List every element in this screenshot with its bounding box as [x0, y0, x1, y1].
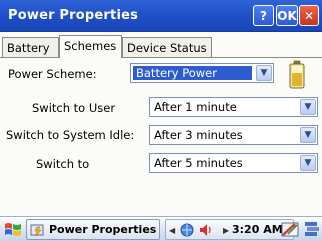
ok-button[interactable]: OK [276, 5, 298, 26]
switch-to-label: Switch to [36, 157, 90, 171]
title-bar: Power Properties ? OK ✕ [0, 0, 322, 32]
tab-battery[interactable]: Battery [2, 37, 59, 57]
power-properties-window: Power Properties ? OK ✕ Battery Schemes … [0, 0, 322, 216]
power-properties-app-icon [30, 224, 44, 237]
power-scheme-label: Power Scheme: [8, 67, 97, 81]
switch-to-idle-value: After 3 minutes [154, 128, 243, 142]
tab-divider [0, 57, 322, 58]
speaker-icon[interactable] [198, 222, 214, 238]
tab-schemes[interactable]: Schemes [59, 35, 122, 58]
switch-to-idle-dropdown[interactable]: After 3 minutes ▼ [149, 125, 318, 145]
windows-flag-icon[interactable] [3, 220, 23, 239]
taskbar-power-properties-button[interactable]: Power Properties [26, 219, 160, 240]
chevron-down-icon[interactable]: ▼ [256, 65, 272, 81]
power-scheme-value: Battery Power [133, 66, 252, 80]
tray-left-arrow-icon[interactable]: ◀ [169, 226, 175, 235]
switch-to-user-value: After 1 minute [154, 100, 237, 114]
chevron-down-icon[interactable]: ▼ [300, 99, 316, 115]
window-title: Power Properties [8, 8, 139, 23]
system-tray: ◀ ▶ 3:20 AM [165, 219, 294, 240]
close-button[interactable]: ✕ [299, 5, 319, 26]
taskbar: Power Properties ◀ ▶ 3:20 AM [0, 216, 322, 241]
network-icon[interactable] [179, 222, 195, 238]
taskbar-task-label: Power Properties [49, 223, 157, 236]
switch-to-user-label: Switch to User [32, 101, 116, 115]
help-button[interactable]: ? [253, 5, 274, 26]
tab-device-status[interactable]: Device Status [122, 37, 212, 57]
chevron-down-icon[interactable]: ▼ [300, 127, 316, 143]
switch-to-dropdown[interactable]: After 5 minutes ▼ [149, 153, 318, 173]
tray-right-arrow-icon[interactable]: ▶ [223, 226, 229, 235]
switch-to-value: After 5 minutes [154, 156, 243, 170]
chevron-down-icon[interactable]: ▼ [300, 155, 316, 171]
desktop-icon[interactable] [304, 220, 320, 238]
stylus-icon[interactable] [280, 220, 300, 238]
tab-strip: Battery Schemes Device Status [0, 35, 322, 58]
switch-to-idle-label: Switch to System Idle: [6, 128, 135, 142]
switch-to-user-dropdown[interactable]: After 1 minute ▼ [149, 97, 318, 117]
battery-icon [289, 60, 305, 89]
clock[interactable]: 3:20 AM [232, 223, 283, 236]
power-scheme-dropdown[interactable]: Battery Power ▼ [130, 63, 274, 83]
